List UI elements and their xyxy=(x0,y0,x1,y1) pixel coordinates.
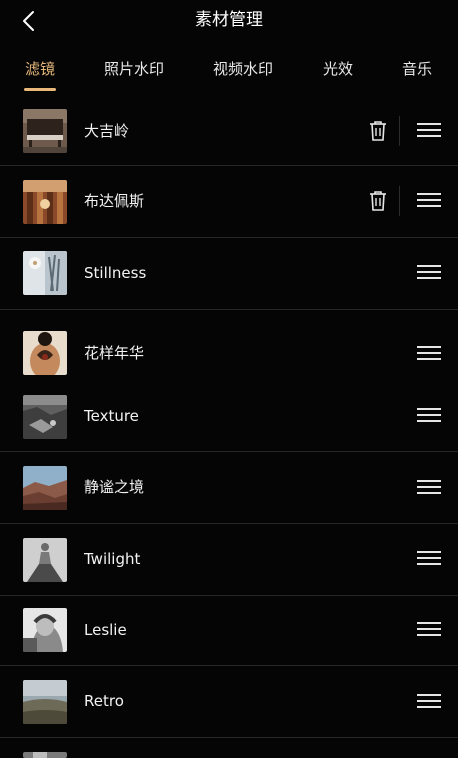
page-title: 素材管理 xyxy=(195,10,263,30)
snowy-tree-icon xyxy=(23,251,67,295)
list-item[interactable]: 静谧之境 xyxy=(0,452,458,524)
drag-handle-icon[interactable] xyxy=(417,480,441,496)
drag-handle-icon[interactable] xyxy=(417,123,441,139)
list-item[interactable]: Texture xyxy=(0,386,458,452)
tab-light-effects[interactable]: 光效 xyxy=(323,59,353,79)
drag-handle-icon[interactable] xyxy=(417,265,441,281)
list-item[interactable]: 大吉岭 xyxy=(0,98,458,166)
divider xyxy=(399,186,400,216)
woman-gown-icon xyxy=(23,538,67,582)
tab-video-watermark[interactable]: 视频水印 xyxy=(213,59,273,79)
divider xyxy=(399,116,400,146)
drag-handle-icon[interactable] xyxy=(417,551,441,567)
drag-handle-icon[interactable] xyxy=(417,408,441,424)
list-item[interactable]: Leslie xyxy=(0,596,458,666)
trash-icon[interactable] xyxy=(368,190,388,212)
desert-hills-icon xyxy=(23,466,67,510)
list-item[interactable]: 布达佩斯 xyxy=(0,166,458,238)
tab-bar: 滤镜 照片水印 视频水印 光效 音乐 xyxy=(0,50,458,98)
tattooed-back-icon xyxy=(23,331,67,375)
filter-name: 静谧之境 xyxy=(84,478,145,496)
drag-handle-icon[interactable] xyxy=(417,694,441,710)
filter-name: 花样年华 xyxy=(84,344,145,362)
tab-music[interactable]: 音乐 xyxy=(402,59,432,79)
filter-name: Stillness xyxy=(84,264,147,282)
list-item[interactable]: Stillness xyxy=(0,238,458,310)
list-item[interactable]: Twilight xyxy=(0,524,458,596)
list-item[interactable]: 花样年华 xyxy=(0,310,458,386)
piano-icon xyxy=(23,109,67,153)
filter-name: Leslie xyxy=(84,621,127,639)
drag-handle-icon[interactable] xyxy=(417,346,441,362)
filter-name: Texture xyxy=(84,407,139,425)
list-item[interactable] xyxy=(0,738,458,758)
drag-handle-icon[interactable] xyxy=(417,622,441,638)
filter-name: Retro xyxy=(84,692,124,710)
active-tab-indicator xyxy=(24,88,56,91)
nav-bar: 素材管理 xyxy=(0,0,458,42)
filter-name: 布达佩斯 xyxy=(84,192,145,210)
tab-photo-watermark[interactable]: 照片水印 xyxy=(104,59,164,79)
filter-name: Twilight xyxy=(84,550,141,568)
rocky-ground-icon xyxy=(23,395,67,439)
thumbnail-icon xyxy=(23,752,67,758)
bw-portrait-icon xyxy=(23,608,67,652)
trash-icon[interactable] xyxy=(368,120,388,142)
list-item[interactable]: Retro xyxy=(0,666,458,738)
field-landscape-icon xyxy=(23,680,67,724)
drag-handle-icon[interactable] xyxy=(417,193,441,209)
filter-name: 大吉岭 xyxy=(84,122,130,140)
tab-filters[interactable]: 滤镜 xyxy=(25,59,55,79)
ornate-hall-icon xyxy=(23,180,67,224)
